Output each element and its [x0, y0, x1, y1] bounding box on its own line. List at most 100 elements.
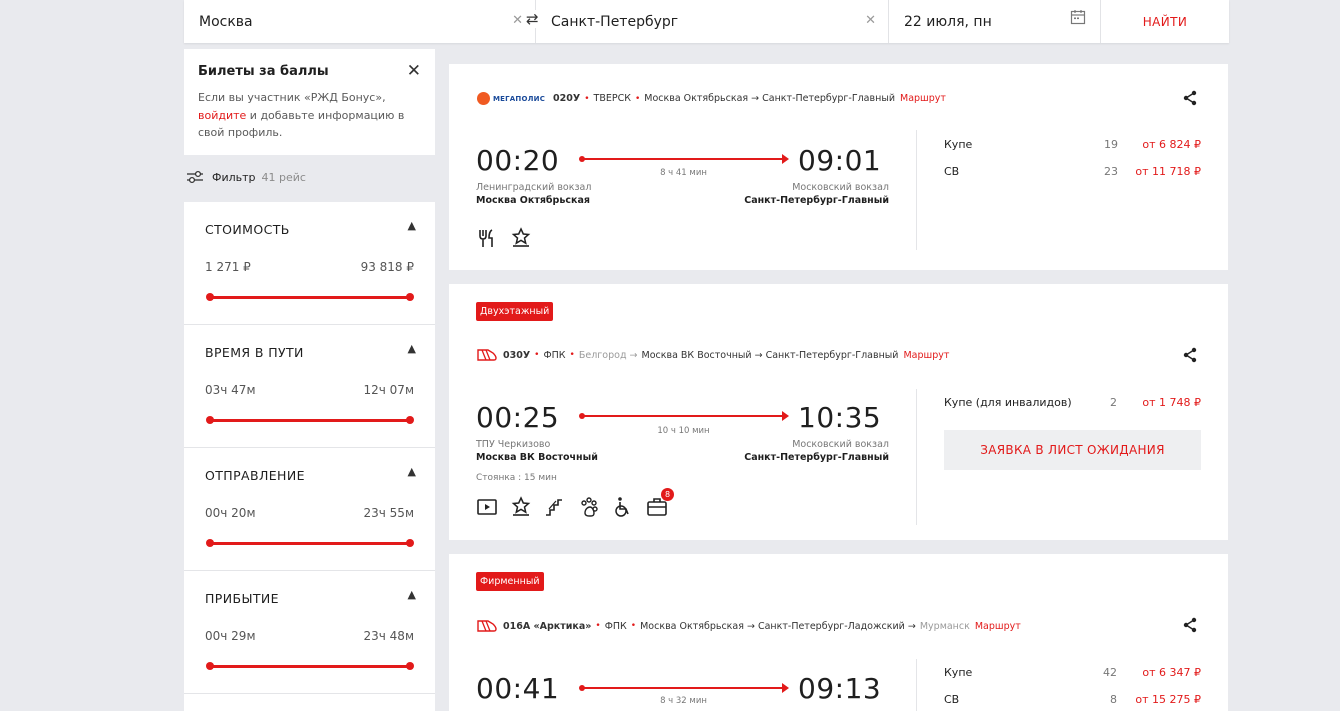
amenities: 8 — [476, 488, 674, 518]
seat-price[interactable]: от 11 718 ₽ — [1135, 165, 1201, 178]
chevron-up-icon[interactable]: ▲ — [408, 465, 416, 478]
route-link[interactable]: Маршрут — [975, 621, 1021, 632]
arrival-time: 09:13 — [798, 672, 882, 705]
premium-star-icon — [511, 227, 531, 247]
departure-time: 00:25 — [476, 401, 560, 434]
restaurant-icon — [479, 229, 493, 247]
train-logo-icon — [477, 620, 497, 632]
train-card: Фирменный 016А «Арктика» • ФПК • Москва … — [449, 554, 1228, 711]
bonus-panel: Билеты за баллы ✕ Если вы участник «РЖД … — [184, 49, 435, 155]
range-handle-max[interactable] — [406, 293, 414, 301]
filter-title[interactable]: ВРЕМЯ В ПУТИ — [205, 345, 304, 360]
stairs-icon — [546, 499, 562, 516]
clear-to-icon[interactable]: ✕ — [865, 13, 876, 28]
calendar-icon[interactable] — [1070, 9, 1086, 25]
carrier-name: ФПК — [604, 620, 627, 632]
train-header: 016А «Арктика» • ФПК • Москва Октябрьска… — [477, 619, 1021, 633]
route-link[interactable]: Маршрут — [900, 93, 946, 104]
carrier-logo: МЕГАПОЛИС — [477, 92, 545, 105]
arrival-city: Санкт-Петербург-Главный — [744, 195, 889, 206]
login-link[interactable]: войдите — [198, 109, 246, 122]
chevron-up-icon[interactable]: ▲ — [408, 588, 416, 601]
filter-toggle[interactable]: Фильтр 41 рейс — [186, 170, 306, 184]
close-icon[interactable]: ✕ — [407, 61, 421, 81]
filter-arrival: ПРИБЫТИЕ ▲ 00ч 29м 23ч 48м — [184, 571, 435, 694]
filter-max: 23ч 48м — [363, 629, 415, 643]
chevron-up-icon[interactable]: ▲ — [408, 219, 416, 232]
arrival-city: Санкт-Петербург-Главный — [744, 452, 889, 463]
route-link[interactable]: Маршрут — [903, 350, 949, 361]
departure-time: 00:41 — [476, 672, 560, 705]
filters-panel: СТОИМОСТЬ ▲ 1 271 ₽ 93 818 ₽ ВРЕМЯ В ПУТ… — [184, 202, 435, 711]
seat-price[interactable]: от 6 824 ₽ — [1142, 138, 1201, 151]
carrier-name: ТВЕРСК — [593, 93, 631, 104]
clear-from-icon[interactable]: ✕ — [512, 13, 523, 28]
swap-icon[interactable]: ⇄ — [526, 10, 542, 28]
range-track — [210, 296, 411, 299]
share-icon[interactable] — [1182, 90, 1198, 106]
route-origin: Белгород → — [578, 349, 638, 361]
train-logo-icon — [477, 349, 497, 361]
range-handle-min[interactable] — [206, 539, 214, 547]
departure-time: 00:20 — [476, 144, 560, 177]
train-card: Двухэтажный 030У • ФПК • Белгород → Моск… — [449, 284, 1228, 540]
waitlist-button[interactable]: ЗАЯВКА В ЛИСТ ОЖИДАНИЯ — [944, 430, 1201, 470]
range-handle-min[interactable] — [206, 293, 214, 301]
luggage-button[interactable]: 8 — [646, 488, 674, 518]
range-handle-min[interactable] — [206, 416, 214, 424]
divider — [916, 659, 917, 711]
filter-icon — [187, 170, 203, 184]
seat-price[interactable]: от 15 275 ₽ — [1135, 693, 1201, 706]
route-line — [579, 683, 789, 693]
train-badge: Фирменный — [476, 572, 544, 591]
route-text: Москва ВК Восточный → Санкт-Петербург-Гл… — [641, 349, 899, 361]
departure-city: Москва ВК Восточный — [476, 452, 598, 463]
filter-title[interactable]: ОТПРАВЛЕНИЕ — [205, 468, 305, 483]
train-number: 030У — [503, 349, 531, 361]
date-input[interactable]: 22 июля, пн — [904, 14, 992, 30]
range-handle-min[interactable] — [206, 662, 214, 670]
to-field[interactable]: ⇄ Санкт-Петербург ✕ — [526, 0, 889, 43]
premium-star-icon — [511, 496, 531, 516]
seat-price[interactable]: от 6 347 ₽ — [1142, 666, 1201, 679]
range-handle-max[interactable] — [406, 539, 414, 547]
filter-min: 03ч 47м — [205, 383, 256, 397]
route-line — [579, 411, 789, 421]
chevron-up-icon[interactable]: ▲ — [408, 342, 416, 355]
search-bar: Москва ✕ ⇄ Санкт-Петербург ✕ 22 июля, пн… — [184, 0, 1229, 43]
filter-max: 93 818 ₽ — [360, 260, 414, 274]
date-field[interactable]: 22 июля, пн — [889, 0, 1101, 43]
amenities — [476, 227, 532, 249]
arrival-station: Московский вокзал — [792, 182, 889, 193]
train-number: 020У — [553, 93, 581, 104]
filter-title[interactable]: СТОИМОСТЬ — [205, 222, 290, 237]
train-number: 016А «Арктика» — [503, 620, 592, 632]
route-line — [579, 154, 789, 164]
train-header: 030У • ФПК • Белгород → Москва ВК Восточ… — [477, 348, 949, 362]
filter-min: 00ч 29м — [205, 629, 256, 643]
range-track — [210, 419, 411, 422]
filter-min: 1 271 ₽ — [205, 260, 251, 274]
arrival-station: Московский вокзал — [792, 439, 889, 450]
share-icon[interactable] — [1182, 347, 1198, 363]
arrival-time: 10:35 — [798, 401, 882, 434]
stop-duration: Стоянка : 15 мин — [476, 473, 557, 483]
to-input[interactable]: Санкт-Петербург — [551, 14, 678, 30]
range-track — [210, 665, 411, 668]
seat-price[interactable]: от 1 748 ₽ — [1142, 396, 1201, 409]
filter-label: Фильтр — [212, 170, 256, 184]
divider — [916, 130, 917, 250]
filter-max: 23ч 55м — [363, 506, 415, 520]
bonus-title: Билеты за баллы — [198, 64, 329, 79]
filter-departure: ОТПРАВЛЕНИЕ ▲ 00ч 20м 23ч 55м — [184, 448, 435, 571]
find-button[interactable]: НАЙТИ — [1101, 0, 1229, 43]
multimedia-icon — [477, 499, 497, 515]
range-handle-max[interactable] — [406, 662, 414, 670]
from-input[interactable]: Москва — [199, 14, 253, 30]
share-icon[interactable] — [1182, 617, 1198, 633]
range-handle-max[interactable] — [406, 416, 414, 424]
filter-price: СТОИМОСТЬ ▲ 1 271 ₽ 93 818 ₽ — [184, 202, 435, 325]
from-field[interactable]: Москва ✕ — [184, 0, 536, 43]
divider — [916, 389, 917, 525]
filter-title[interactable]: ПРИБЫТИЕ — [205, 591, 279, 606]
